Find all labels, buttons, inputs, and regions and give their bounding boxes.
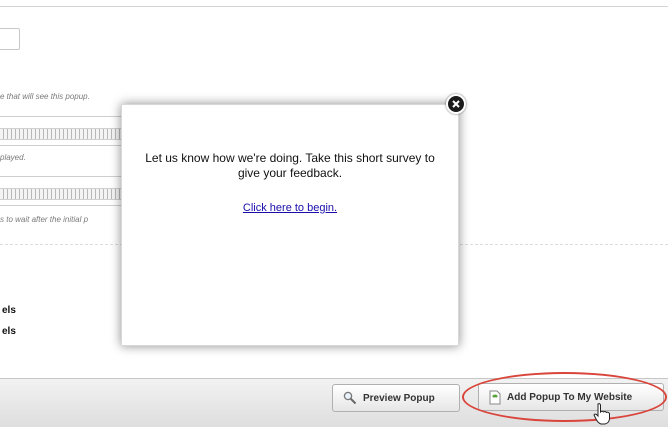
begin-survey-link[interactable]: Click here to begin.: [122, 202, 458, 214]
magnifier-icon: [343, 391, 357, 405]
preview-popup-button[interactable]: Preview Popup: [332, 384, 460, 412]
setting-label-2: els: [2, 326, 16, 337]
delay-hint: s to wait after the initial p: [0, 215, 89, 224]
settings-checkbox[interactable]: [0, 28, 20, 50]
preview-popup-label: Preview Popup: [363, 392, 435, 404]
display-hint: played.: [0, 153, 26, 162]
popup-message: Let us know how we're doing. Take this s…: [145, 151, 435, 180]
hand-pointer-icon: [591, 402, 613, 426]
audience-hint: e that will see this popup.: [0, 92, 90, 101]
audience-slider[interactable]: [0, 128, 140, 140]
setting-label-1: els: [2, 305, 16, 316]
close-popup-button[interactable]: [446, 94, 466, 114]
display-slider[interactable]: [0, 188, 140, 200]
divider: [0, 6, 668, 7]
highlight-ellipse: [462, 372, 667, 422]
close-icon: [452, 100, 460, 108]
feedback-popup: Let us know how we're doing. Take this s…: [121, 104, 459, 346]
